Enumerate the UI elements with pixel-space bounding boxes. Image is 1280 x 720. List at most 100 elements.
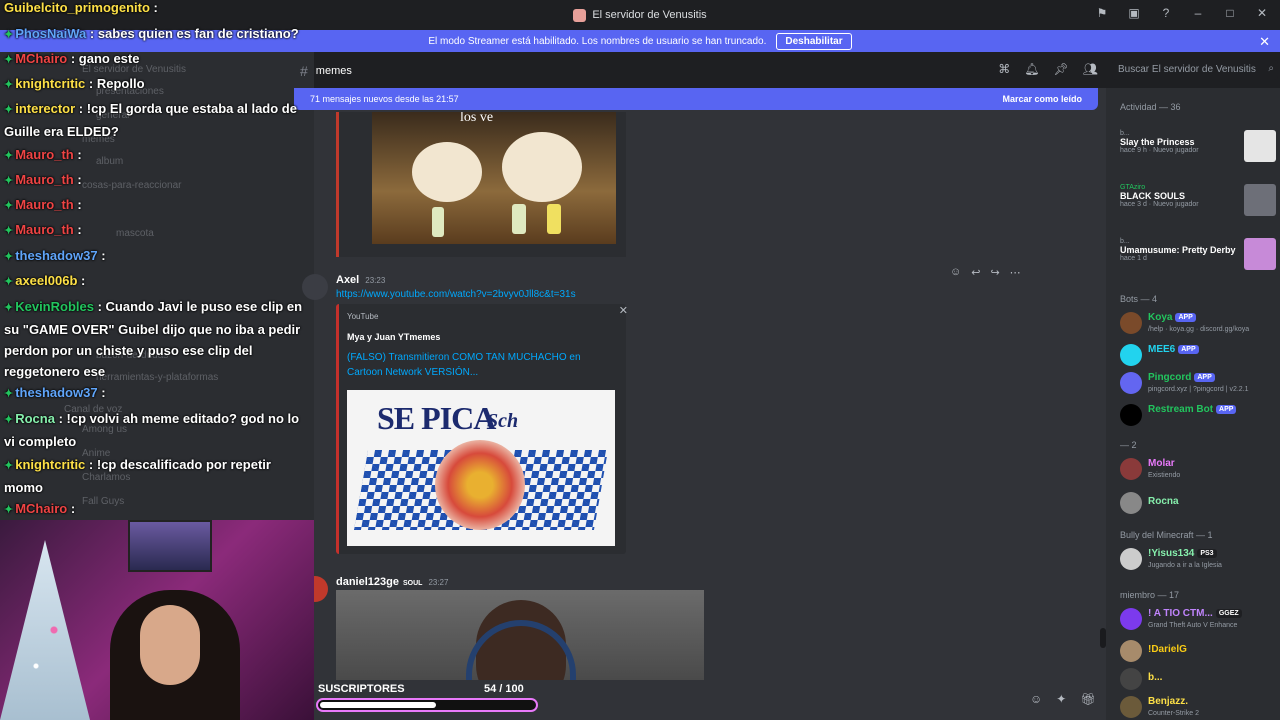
screen-icon[interactable]: ▣ xyxy=(1126,6,1142,20)
activity-card[interactable]: b... Umamusume: Pretty Derby hace 1 d xyxy=(1120,238,1276,270)
embed-provider[interactable]: YouTube xyxy=(347,312,378,321)
chat-user: MChairo xyxy=(15,51,68,66)
mark-read-button[interactable]: Marcar como leído xyxy=(1002,94,1082,104)
member-name: !DarielG xyxy=(1148,644,1187,655)
disable-button[interactable]: Deshabilitar xyxy=(776,32,852,50)
embed-thumbnail[interactable]: SE PICA Sch xyxy=(347,390,615,546)
chat-user: theshadow37 xyxy=(15,248,98,263)
chat-text: gano este xyxy=(78,51,140,66)
close-embed-icon[interactable]: ✕ xyxy=(619,304,628,317)
search-input[interactable]: Buscar El servidor de Venusitis ⌕ xyxy=(1112,60,1278,80)
message-time: 23:23 xyxy=(365,276,386,285)
help-icon[interactable]: ? xyxy=(1158,6,1174,20)
member-name: MEE6 xyxy=(1148,344,1176,355)
minimize-icon[interactable]: – xyxy=(1190,6,1206,20)
member-tioctm[interactable]: ! A TIO CTM... GGEZ Grand Theft Auto V Enh… xyxy=(1120,606,1280,636)
chat-line: ✦ Mauro_th : xyxy=(4,222,82,237)
chat-user: Mauro_th xyxy=(15,197,74,212)
channel-name: memes xyxy=(315,65,352,77)
emoji-icon[interactable]: ☺ xyxy=(1030,692,1042,706)
author-name[interactable]: Axel xyxy=(336,274,359,286)
member-name: Restream Bot xyxy=(1148,404,1214,415)
window-title: El servidor de Venusitis xyxy=(592,9,707,21)
embed-title[interactable]: (FALSO) Transmitieron COMO TAN MUCHACHO … xyxy=(347,350,607,380)
video-embed-2[interactable] xyxy=(336,590,704,680)
app-tag: APP xyxy=(1216,404,1237,414)
wall-poster xyxy=(128,520,212,572)
video-embed-1[interactable]: los ve xyxy=(336,112,626,257)
stream-chat-overlay: El servidor de Venusitis presentaciones … xyxy=(0,0,314,520)
member-benjazz[interactable]: Benjazz. Counter-Strike 2 xyxy=(1120,694,1280,720)
subs-progress-track xyxy=(316,698,538,712)
app-tag: APP xyxy=(1175,312,1196,322)
webcam-feed xyxy=(0,520,314,720)
member-pingcord[interactable]: Pingcord APP pingcord.xyz | ?pingcord | v2… xyxy=(1120,370,1280,400)
reaction-icon[interactable]: ☺ xyxy=(950,266,961,278)
ghost-channel: cosas-para-reaccionar xyxy=(82,180,182,191)
chat-user: Rocna xyxy=(15,411,55,426)
chat-line: ✦ interector : !cp El gorda que estaba al… xyxy=(4,101,297,139)
member-molar[interactable]: Molar Existiendo xyxy=(1120,456,1280,486)
search-icon: ⌕ xyxy=(1268,63,1274,74)
maximize-icon[interactable]: □ xyxy=(1222,6,1238,20)
chat-line: ✦ Mauro_th : xyxy=(4,197,82,212)
avatar xyxy=(1120,548,1142,570)
subs-label: SUSCRIPTORES xyxy=(318,683,405,695)
reply-icon[interactable]: ↩ xyxy=(971,266,980,279)
avatar xyxy=(1120,344,1142,366)
gift-icon[interactable]: 🎁︎ xyxy=(1080,692,1095,706)
member-darielg[interactable]: !DarielG xyxy=(1120,638,1280,668)
author-name[interactable]: daniel123ge xyxy=(336,576,399,588)
avatar xyxy=(1120,640,1142,662)
threads-icon[interactable]: ⌘ xyxy=(998,62,1010,76)
message-link[interactable]: https://www.youtube.com/watch?v=2bvyv0Jl… xyxy=(336,289,576,300)
activity-card[interactable]: GTAziro BLACK SOULS hace 3 d · Nuevo jug… xyxy=(1120,184,1276,216)
member-rocna[interactable]: Rocna xyxy=(1120,490,1280,520)
member-koya[interactable]: Koya APP/help · koya.gg · discord.gg/koya xyxy=(1120,310,1280,340)
close-window-icon[interactable]: ✕ xyxy=(1254,6,1270,20)
chat-line: ✦ MChairo : xyxy=(4,501,76,516)
banner-text: El modo Streamer está habilitado. Los no… xyxy=(428,35,767,47)
chat-line: ✦ axeel006b : xyxy=(4,273,86,288)
bots-header: Bots — 4 xyxy=(1120,294,1158,304)
member-mee6[interactable]: MEE6 APP xyxy=(1120,342,1280,372)
video-thumbnail[interactable]: los ve xyxy=(372,112,616,244)
game-art xyxy=(1244,238,1276,270)
chat-text: sabes quien es fan de cristiano? xyxy=(97,26,299,41)
member-b[interactable]: b... xyxy=(1120,666,1280,696)
members-icon[interactable]: 👥︎ xyxy=(1083,62,1098,76)
inbox-icon[interactable]: ⚑ xyxy=(1094,6,1110,20)
forward-icon[interactable]: ↪ xyxy=(990,266,999,279)
chat-user: Mauro_th xyxy=(15,172,74,187)
ps3-tag: PS3 xyxy=(1197,548,1217,558)
new-messages-bar[interactable]: 71 mensajes nuevos desde las 21:57 Marca… xyxy=(294,88,1098,110)
apps-icon[interactable]: ✦ xyxy=(1056,692,1066,706)
chat-user: MChairo xyxy=(15,501,68,516)
member-restream[interactable]: Restream Bot APP xyxy=(1120,402,1280,432)
chat-user: PhosNaiWa xyxy=(15,26,87,41)
embed-author[interactable]: Mya y Juan YTmemes xyxy=(347,332,440,342)
member-status: Existiendo xyxy=(1148,472,1181,479)
avatar xyxy=(1120,492,1142,514)
avatar xyxy=(1120,608,1142,630)
close-banner-icon[interactable]: ✕ xyxy=(1259,34,1270,50)
thumb-text-1: SE PICA xyxy=(377,400,496,436)
member-name: Pingcord xyxy=(1148,372,1192,383)
chat-user: axeel006b xyxy=(15,273,78,288)
chat-line: ✦ theshadow37 : xyxy=(4,385,106,400)
member-name: Molar xyxy=(1148,458,1175,469)
christmas-tree xyxy=(0,540,90,720)
member-list: Actividad — 36 b... Slay the Princess ha… xyxy=(1106,88,1280,720)
app-tag: APP xyxy=(1178,344,1199,354)
member-yisus[interactable]: !Yisus134 PS3 Jugando a ir a la Iglesia xyxy=(1120,546,1280,576)
chat-line: ✦ knightcritic : !cp descalificado por re… xyxy=(4,457,271,495)
member-name: Koya xyxy=(1148,312,1173,323)
bell-icon[interactable]: 🔔︎ xyxy=(1024,62,1039,76)
subs-progress-fill xyxy=(320,702,436,708)
chat-user: knightcritic xyxy=(15,76,86,91)
more-icon[interactable]: ⋯ xyxy=(1010,266,1021,279)
activity-card[interactable]: b... Slay the Princess hace 9 h · Nuevo … xyxy=(1120,130,1276,162)
member-status: pingcord.xyz | ?pingcord | v2.2.1 xyxy=(1148,386,1249,393)
app-tag: APP xyxy=(1194,372,1215,382)
pin-icon[interactable]: 📌︎ xyxy=(1054,62,1069,76)
